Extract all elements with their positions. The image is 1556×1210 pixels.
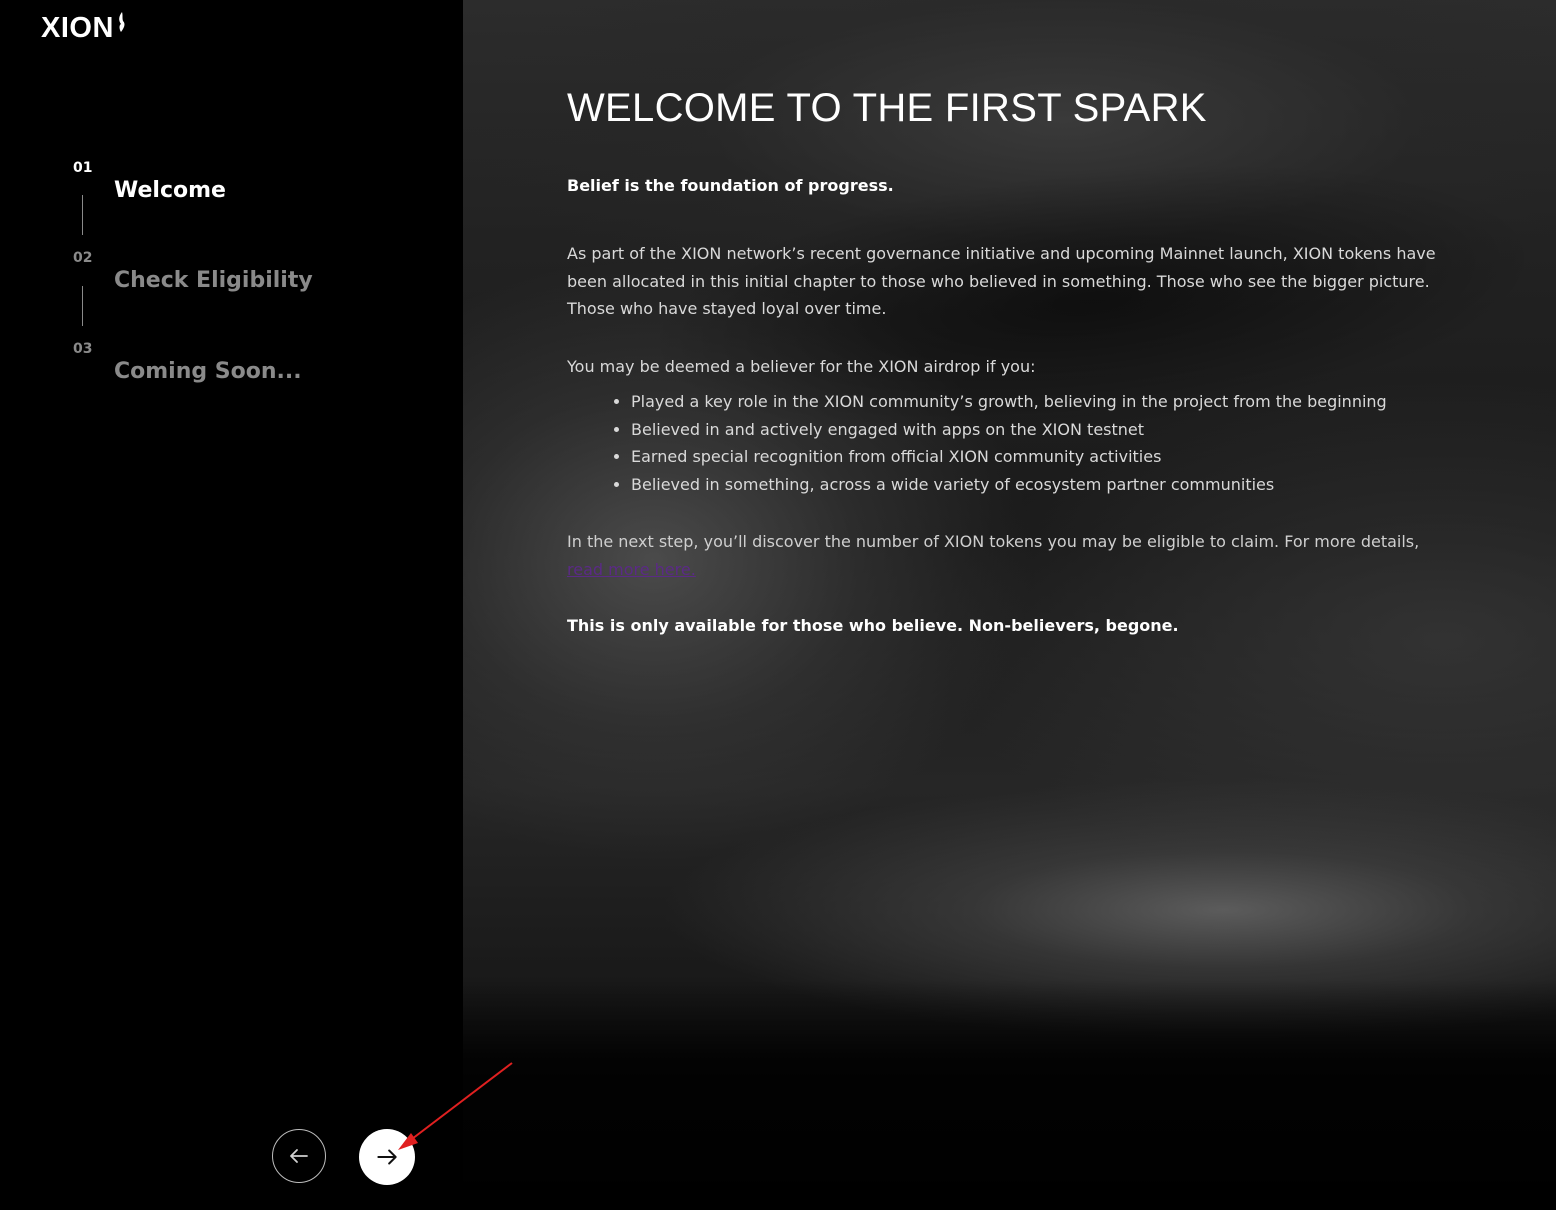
list-item: Played a key role in the XION community’…	[631, 388, 1467, 416]
step-number: 03	[73, 341, 93, 357]
flame-icon	[119, 12, 125, 32]
previous-button[interactable]	[272, 1129, 326, 1183]
step-label: Check Eligibility	[114, 268, 313, 293]
step-number: 01	[73, 160, 93, 176]
list-item: Believed in and actively engaged with ap…	[631, 416, 1467, 444]
page-title: WELCOME TO THE FIRST SPARK	[567, 86, 1207, 130]
intro-paragraph: As part of the XION network’s recent gov…	[567, 244, 1436, 318]
next-button[interactable]	[359, 1129, 415, 1185]
logo[interactable]: XION	[41, 12, 126, 44]
list-item: Believed in something, across a wide var…	[631, 471, 1467, 499]
step-label: Welcome	[114, 178, 226, 203]
step-number: 02	[73, 250, 93, 266]
logo-text: XION	[41, 12, 114, 44]
next-step-text: In the next step, you’ll discover the nu…	[567, 532, 1420, 551]
criteria-intro: You may be deemed a believer for the XIO…	[567, 356, 1036, 376]
read-more-link[interactable]: read more here.	[567, 560, 696, 579]
criteria-list: Played a key role in the XION community’…	[567, 388, 1467, 498]
arrow-left-icon	[290, 1149, 308, 1163]
background-fade	[463, 980, 1556, 1210]
list-item: Earned special recognition from official…	[631, 443, 1467, 471]
next-step-paragraph: In the next step, you’ll discover the nu…	[567, 528, 1467, 584]
closing-text: This is only available for those who bel…	[567, 616, 1179, 635]
step-connector	[82, 195, 83, 235]
page: XION 01 Welcome 02 Check Eligibility 03 …	[0, 0, 1556, 1210]
arrow-right-icon	[377, 1149, 397, 1165]
step-connector	[82, 286, 83, 326]
welcome-content: WELCOME TO THE FIRST SPARK Belief is the…	[567, 84, 1467, 638]
sidebar: XION 01 Welcome 02 Check Eligibility 03 …	[0, 0, 463, 1210]
lead-text: Belief is the foundation of progress.	[567, 176, 894, 195]
step-label: Coming Soon...	[114, 359, 302, 384]
main-panel: WELCOME TO THE FIRST SPARK Belief is the…	[463, 0, 1556, 1210]
